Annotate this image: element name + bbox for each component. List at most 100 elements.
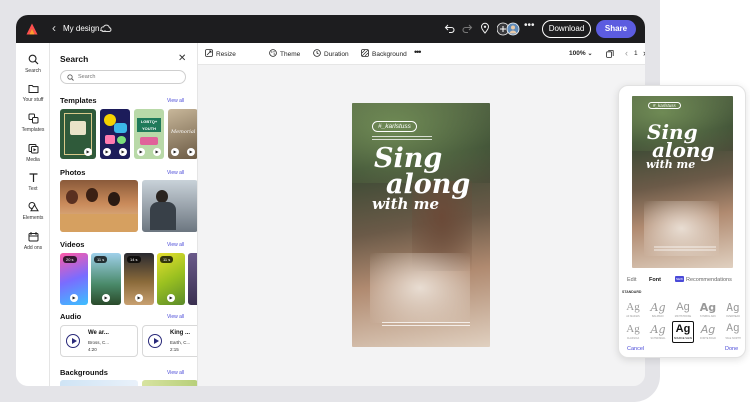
video-thumbnail[interactable] [188,253,197,305]
tab-font[interactable]: Font [649,277,661,283]
font-swatch-selected[interactable]: Ag SOURCE SANS [672,321,694,343]
video-thumbnail[interactable]: 14 s ▶ [124,253,154,305]
font-swatch-glyph: Ag [626,301,640,313]
font-swatch-label: OVERHEAD [725,315,741,318]
font-swatch-glyph: Ag [700,323,716,336]
rail-item-text[interactable]: Text [16,172,50,192]
rail-item-search[interactable]: Search [16,54,50,74]
express-app-window: ‹ My design... ••• Download Share Search… [16,15,645,386]
background-label: Background [372,51,407,58]
view-all-videos-link[interactable]: View all [167,242,184,248]
headline-line-3[interactable]: with me [646,159,695,170]
play-icon[interactable]: ▶ [137,148,145,156]
video-thumbnail[interactable]: 11 s ▶ [157,253,185,305]
search-icon [28,54,38,65]
headline-line-2[interactable]: along [386,171,470,198]
back-chevron-icon[interactable]: ‹ [52,21,56,35]
font-swatch[interactable]: Ag FORTE BOLD [697,322,719,344]
search-input[interactable] [78,72,178,82]
redo-icon[interactable] [461,22,473,34]
video-thumbnail[interactable]: 11 s ▶ [91,253,121,305]
play-circle-icon[interactable] [66,334,80,348]
search-panel: Search ✕ Templates View all ▶ ▶ ▶ LGBTQ+… [50,43,198,386]
play-icon[interactable]: ▶ [84,148,92,156]
play-icon[interactable]: ▶ [102,294,110,302]
template-thumbnail[interactable]: Memorial ▶ ▶ [168,109,197,159]
download-button[interactable]: Download [542,20,591,38]
font-swatch[interactable]: Ag SYMBOL ARC [697,300,719,322]
audio-artist: Bross, C... [88,340,110,345]
photo-thumbnail[interactable] [60,180,138,232]
template-thumbnail[interactable]: ▶ ▶ [100,109,130,159]
hashtag-tag[interactable]: #_karlstuss [372,121,417,132]
search-field[interactable] [60,70,186,84]
more-options-icon[interactable]: ••• [524,20,538,32]
play-icon[interactable]: ▶ [171,148,179,156]
location-pin-icon[interactable] [479,22,491,34]
audio-track-card[interactable]: We ar... Bross, C... 4:20 [60,325,138,357]
headline-line-2[interactable]: along [652,140,714,160]
theme-label: Theme [280,51,301,58]
play-icon[interactable]: ▶ [70,294,78,302]
undo-icon[interactable] [444,22,456,34]
rail-item-media[interactable]: Media [16,143,50,163]
template-thumbnail[interactable]: ▶ [60,109,96,159]
previous-page-icon[interactable]: ‹ [625,48,628,58]
background-button[interactable]: Background [361,49,407,58]
view-all-audio-link[interactable]: View all [167,314,184,320]
audio-track-card[interactable]: King ... Earth, C... 2:15 [142,325,197,357]
adobe-express-logo-icon[interactable] [25,22,39,36]
tab-recommendations[interactable]: Recommendations [686,277,732,283]
mobile-design-canvas[interactable]: #_karlstuss Sing along with me [632,96,733,268]
tab-edit[interactable]: Edit [627,277,636,283]
rail-item-templates[interactable]: Templates [16,113,50,133]
done-button[interactable]: Done [725,346,738,352]
photo-thumbnail[interactable] [142,180,197,232]
canvas-area[interactable]: #_karlstuss Sing along with me [198,65,645,386]
rail-item-add-ons[interactable]: Add ons [16,231,50,251]
font-swatch[interactable]: Ag TALE NORTH [722,322,744,344]
play-icon[interactable]: ▶ [187,148,195,156]
play-icon[interactable]: ▶ [167,294,175,302]
font-swatch[interactable]: Ag MINTSTROKE [672,300,694,322]
duration-button[interactable]: Duration [313,49,349,58]
font-swatch[interactable]: Ag AF MADIAS [622,300,644,322]
font-swatch[interactable]: Ag OVERHEAD [722,300,744,322]
play-icon[interactable]: ▶ [135,294,143,302]
play-icon[interactable]: ▶ [103,148,111,156]
view-all-backgrounds-link[interactable]: View all [167,370,184,376]
hashtag-tag[interactable]: #_karlstuss [648,102,681,109]
view-all-templates-link[interactable]: View all [167,98,184,104]
play-icon[interactable]: ▶ [153,148,161,156]
design-canvas[interactable]: #_karlstuss Sing along with me [352,103,490,347]
font-swatch[interactable]: Ag SCHWINDAL [647,322,669,344]
rail-item-elements[interactable]: Elements [16,201,50,221]
cancel-button[interactable]: Cancel [627,346,644,352]
font-swatch-label: SOURCE SANS [673,337,693,340]
duration-label: Duration [324,51,349,58]
font-swatch[interactable]: Ag CLASSICA [622,322,644,344]
rail-item-your-stuff[interactable]: Your stuff [16,83,50,103]
zoom-level[interactable]: 100% ⌄ [569,50,592,57]
left-rail: Search Your stuff Templates Media Text E… [16,43,50,386]
pages-icon[interactable] [606,50,614,58]
share-button[interactable]: Share [596,20,636,38]
background-thumbnail[interactable] [142,380,197,386]
more-tools-icon[interactable]: ••• [414,47,422,57]
font-swatch-glyph: Ag [650,301,666,314]
collaborators-avatar-group[interactable] [496,21,521,37]
view-all-photos-link[interactable]: View all [167,170,184,176]
headline-line-1[interactable]: Sing [374,145,442,172]
video-thumbnail[interactable]: 20 s ▶ [60,253,88,305]
font-swatch-glyph: Ag [650,323,666,336]
theme-button[interactable]: Theme [269,49,300,58]
play-icon[interactable]: ▶ [119,148,127,156]
template-thumbnail[interactable]: LGBTQ+ YOUTH ▶ ▶ [134,109,164,159]
headline-line-3[interactable]: with me [372,196,439,211]
font-swatch[interactable]: Ag BALDWAY [647,300,669,322]
close-icon[interactable]: ✕ [178,53,186,64]
next-page-icon[interactable]: › [643,48,645,58]
play-circle-icon[interactable] [148,334,162,348]
resize-button[interactable]: Resize [205,49,236,58]
background-thumbnail[interactable] [60,380,138,386]
